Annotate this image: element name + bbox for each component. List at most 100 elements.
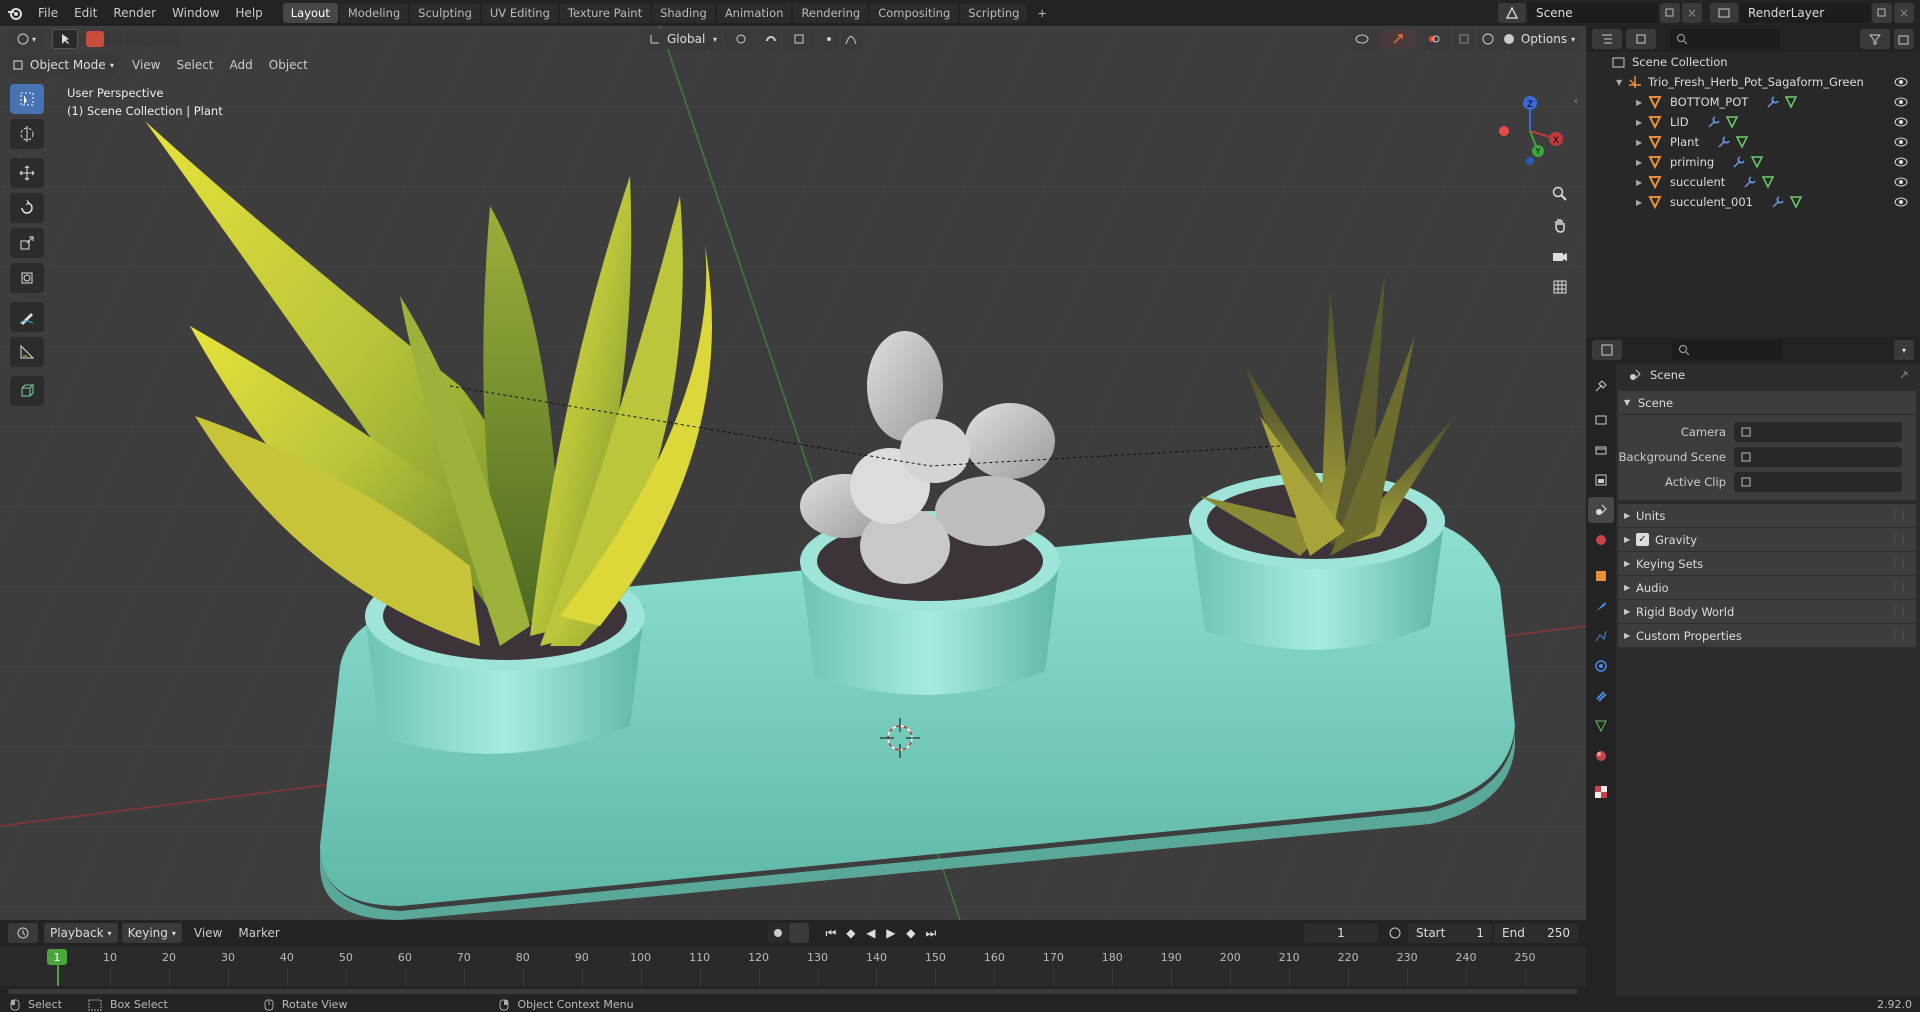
expand-arrow-icon[interactable]: ▶ [1636,178,1648,187]
object-tab-icon[interactable] [1588,563,1614,589]
add-cube-tool[interactable] [10,376,44,406]
render-tab-icon[interactable] [1588,407,1614,433]
modifier-wrench-icon[interactable] [1743,175,1757,189]
end-frame-field[interactable]: End 250 [1494,923,1578,943]
mode-subtract-icon[interactable] [124,31,142,47]
modifier-wrench-icon[interactable] [1771,195,1785,209]
modifier-wrench-icon[interactable] [1766,95,1780,109]
modifier-wrench-icon[interactable] [1707,115,1721,129]
menu-edit[interactable]: Edit [66,0,105,26]
pin-icon[interactable] [1898,369,1910,381]
physics-tab-icon[interactable] [1588,653,1614,679]
modifier-wrench-icon[interactable] [1717,135,1731,149]
transform-tool[interactable] [10,263,44,293]
tab-sculpting[interactable]: Sculpting [410,3,480,23]
select-tool-button[interactable] [52,29,78,49]
xray-toggle[interactable] [1454,29,1474,49]
tab-shading[interactable]: Shading [652,3,715,23]
panel-audio[interactable]: ▶ Audio ⋮⋮ [1618,576,1916,600]
play-icon[interactable]: ▶ [881,923,901,943]
mesh-data-icon[interactable] [1735,135,1749,149]
outliner-object-row[interactable]: ▶ Plant [1586,132,1920,152]
mode-intersect-icon[interactable] [162,31,180,47]
gizmo-toggle[interactable] [1382,29,1414,49]
scene-icon[interactable] [1498,3,1526,23]
collapse-arrow-icon[interactable]: ▶ [1624,559,1636,568]
visibility-eye-icon[interactable] [1894,76,1908,88]
jump-end-icon[interactable]: ⏭ [921,923,941,943]
camera-view-icon[interactable] [1547,243,1573,269]
collection-row[interactable]: ▼ Trio_Fresh_Herb_Pot_Sagaform_Green [1586,72,1920,92]
move-tool[interactable] [10,158,44,188]
scale-tool[interactable] [10,228,44,258]
visibility-eye-icon[interactable] [1894,116,1908,128]
outliner-object-row[interactable]: ▶ BOTTOM_POT [1586,92,1920,112]
outliner-editor-type[interactable] [1592,29,1622,49]
falloff-icon[interactable] [841,29,861,49]
mesh-data-icon[interactable] [1789,195,1803,209]
tab-rendering[interactable]: Rendering [793,3,869,23]
property-field[interactable] [1734,471,1902,492]
menu-file[interactable]: File [30,0,66,26]
scene-panel-header[interactable]: ▼ Scene [1618,391,1916,415]
preview-range-icon[interactable] [1384,923,1406,943]
render-layer-selector[interactable]: RenderLayer × [1710,3,1914,23]
measure-tool[interactable] [10,337,44,367]
panel-custom-properties[interactable]: ▶ Custom Properties ⋮⋮ [1618,624,1916,648]
viewport-menu-add[interactable]: Add [222,55,261,75]
copy-scene-icon[interactable] [1660,3,1680,23]
panel-gravity[interactable]: ▶ ✓ Gravity ⋮⋮ [1618,528,1916,552]
visibility-eye-icon[interactable] [1894,156,1908,168]
timeline-menu-view[interactable]: View [186,923,230,943]
rotate-tool[interactable] [10,193,44,223]
panel-units[interactable]: ▶ Units ⋮⋮ [1618,504,1916,528]
viewport-menu-object[interactable]: Object [261,55,316,75]
outliner-search[interactable] [1670,29,1780,49]
3d-viewport[interactable]: ▾ Global ▾ Object Mode ▾ View Select Add… [0,26,1586,920]
snap-toggle-icon[interactable] [761,29,781,49]
tab-compositing[interactable]: Compositing [870,3,959,23]
outliner-object-row[interactable]: ▶ LID [1586,112,1920,132]
mesh-data-icon[interactable] [1761,175,1775,189]
options-dropdown-button[interactable]: Options ▾ [1516,29,1580,49]
scene-collection-row[interactable]: Scene Collection [1586,52,1920,72]
record-button[interactable] [767,923,788,943]
timeline-ruler[interactable]: 10 20 30 40 50 60 70 80 90 100 110 120 130 140 150 160 1… [0,946,1586,986]
viewport-menu-select[interactable]: Select [168,55,221,75]
prev-keyframe-icon[interactable]: ◆ [841,923,861,943]
collapse-arrow-icon[interactable]: ▶ [1624,535,1636,544]
annotate-tool[interactable] [10,302,44,332]
particles-tab-icon[interactable] [1588,623,1614,649]
drag-handle-icon[interactable]: ⋮⋮ [1890,535,1908,545]
expand-arrow-icon[interactable]: ▶ [1636,198,1648,207]
timeline-editor-type[interactable] [8,923,38,943]
properties-search[interactable] [1672,340,1782,360]
new-collection-icon[interactable] [1894,29,1914,49]
object-mode-dropdown[interactable]: Object Mode ▾ [8,55,118,75]
next-keyframe-icon[interactable]: ◆ [901,923,921,943]
tab-texture-paint[interactable]: Texture Paint [559,3,651,23]
play-reverse-icon[interactable]: ◀ [861,923,881,943]
panel-rigid-body-world[interactable]: ▶ Rigid Body World ⋮⋮ [1618,600,1916,624]
modifier-wrench-icon[interactable] [1732,155,1746,169]
close-layer-icon[interactable]: × [1894,3,1914,23]
scene-tab-icon[interactable] [1588,497,1614,523]
pivot-point-dropdown[interactable] [725,29,757,49]
drag-handle-icon[interactable]: ⋮⋮ [1890,511,1908,521]
modifier-tab-icon[interactable] [1588,593,1614,619]
visibility-eye-icon[interactable] [1894,136,1908,148]
timeline-menu-playback[interactable]: Playback ▾ [44,923,118,943]
mesh-data-icon[interactable] [1784,95,1798,109]
mesh-data-icon[interactable] [1725,115,1739,129]
panel-keying-sets[interactable]: ▶ Keying Sets ⋮⋮ [1618,552,1916,576]
transform-orientation-dropdown[interactable]: Global ▾ [643,29,721,49]
constraints-tab-icon[interactable] [1588,683,1614,709]
scene-selector[interactable]: Scene × [1498,3,1702,23]
material-tab-icon[interactable] [1588,743,1614,769]
current-frame-field[interactable]: 1 [1304,923,1378,943]
expand-arrow-icon[interactable]: ▶ [1636,98,1648,107]
overlays-toggle[interactable] [1418,29,1450,49]
add-workspace-button[interactable]: + [1029,3,1055,23]
display-mode-dropdown[interactable] [1626,29,1656,49]
outliner-object-row[interactable]: ▶ succulent_001 [1586,192,1920,212]
